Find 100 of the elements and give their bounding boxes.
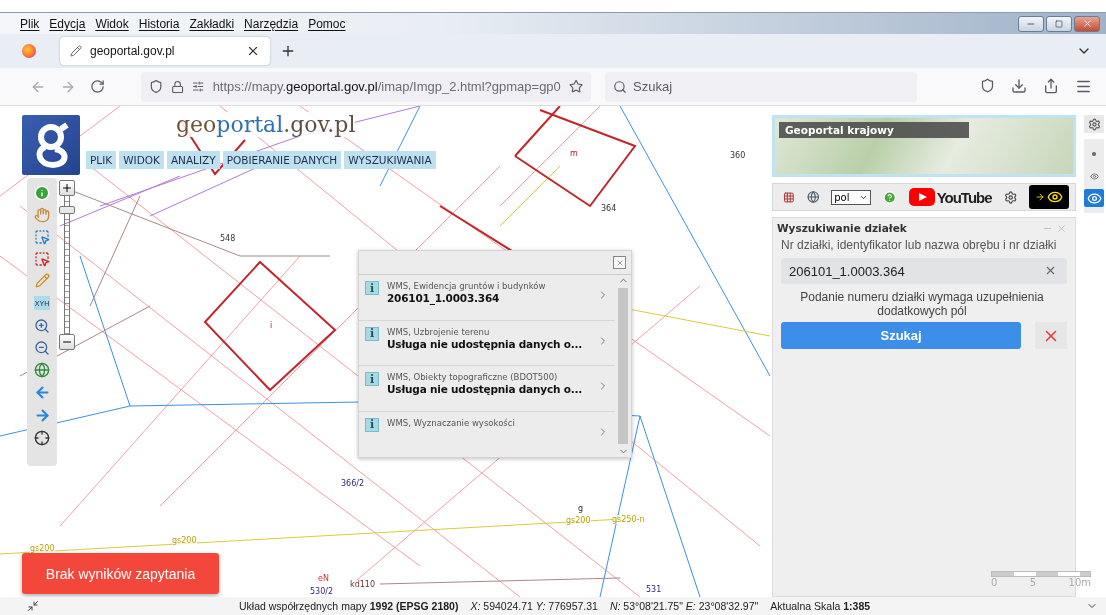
menu-item[interactable]: Widok <box>95 16 129 31</box>
map-label: g <box>578 504 584 513</box>
field-label: Nr działki, identyfikator lub nazwa obrębu i nr działki <box>781 238 1058 252</box>
maximize-icon[interactable] <box>1055 19 1063 28</box>
zoom-slider-thumb[interactable] <box>59 206 75 215</box>
arrow-right-icon <box>1035 192 1045 202</box>
eye-icon <box>1047 189 1063 205</box>
crosshair-icon[interactable] <box>34 430 50 446</box>
pencil-icon[interactable] <box>34 273 50 288</box>
language-select[interactable]: pol <box>831 189 872 205</box>
menu-item[interactable]: Pomoc <box>308 16 346 31</box>
info-icon[interactable] <box>34 185 50 201</box>
site-menu-button[interactable]: WIDOK <box>119 151 164 169</box>
map-coordinates: X: 594024.71 Y: 776957.31 <box>470 600 598 612</box>
grid-icon[interactable] <box>783 190 795 204</box>
globe-icon[interactable] <box>806 190 820 204</box>
feature-value: Usługa nie udostępnia danych o... <box>387 383 584 395</box>
menu-item[interactable]: Edycja <box>49 16 86 31</box>
search-icon <box>613 79 627 94</box>
scale-label: 5 <box>1029 577 1037 588</box>
dot-icon <box>1092 152 1096 156</box>
address-field[interactable]: https://mapy.geoportal.gov.pl/imap/Imgp_2.html?gpmap=gp0 <box>141 71 591 102</box>
share-icon[interactable] <box>1043 78 1059 94</box>
map-label: 548 <box>220 234 236 243</box>
shield-icon[interactable] <box>980 78 995 93</box>
map-label: gs200 <box>172 536 197 545</box>
map-label: m <box>570 149 578 158</box>
site-title: geoportal.gov.pl <box>176 112 356 137</box>
zoom-slider[interactable] <box>59 196 75 334</box>
scale-label: 10m <box>1068 577 1091 588</box>
close-tab-icon[interactable] <box>246 44 260 58</box>
minimize-button[interactable] <box>1018 15 1044 32</box>
map-label: i <box>270 321 273 330</box>
overview-map-title: Geoportal krajowy <box>779 122 969 138</box>
info-badge: i <box>365 372 379 386</box>
accessibility-button[interactable] <box>1029 185 1069 209</box>
browser-tab[interactable]: geoportal.gov.pl <box>60 37 270 65</box>
map-label: 360 <box>730 151 746 160</box>
menu-item[interactable]: Narzędzia <box>244 16 299 31</box>
coordinate-system: Układ współrzędnych mapy 1992 (EPSG 2180) <box>239 600 459 612</box>
layer-source: WMS, Obiekty topograficzne (BDOT500) <box>387 372 559 382</box>
clear-button[interactable] <box>1035 322 1067 349</box>
map-label: 530/2 <box>310 587 334 596</box>
layer-source: WMS, Ewidencja gruntów i budynków <box>387 281 547 291</box>
help-icon[interactable] <box>883 189 897 205</box>
site-menu-button[interactable]: ANALIZY <box>166 151 220 169</box>
collapse-icon[interactable] <box>27 600 39 612</box>
menu-item[interactable]: Plik <box>20 16 40 31</box>
back-arrow-icon[interactable] <box>33 384 51 401</box>
maximize-button[interactable] <box>1046 15 1072 32</box>
map-label: kd110 <box>350 580 375 589</box>
video-link[interactable]: YouTube <box>908 188 992 206</box>
site-menu-button[interactable]: PLIK <box>86 151 117 169</box>
download-icon[interactable] <box>1011 78 1027 94</box>
eye-icon <box>1089 171 1099 181</box>
site-logo <box>22 115 80 175</box>
map-label: 531 <box>646 585 662 594</box>
select-area-icon[interactable] <box>34 251 50 267</box>
map-scale: Aktualna Skala 1:385 <box>770 600 871 612</box>
hand-icon[interactable] <box>34 207 50 223</box>
menu-item[interactable]: Historia <box>138 16 180 31</box>
map-label: eN <box>318 574 329 583</box>
panel-title: Wyszukiwanie działek <box>777 222 907 234</box>
eye-icon <box>1086 190 1102 206</box>
reload-icon[interactable] <box>90 79 105 94</box>
geo-coordinates: N: 53°08'21.75" E: 23°08'32.97" <box>609 600 759 612</box>
menu-item[interactable]: Zakładki <box>189 16 235 31</box>
scale-label: 0 <box>991 577 998 588</box>
map-label: gs200 <box>566 516 591 525</box>
error-toast: Brak wyników zapytania <box>22 553 219 594</box>
parcel-id-field[interactable]: 206101_1.0003.364 <box>781 258 1067 284</box>
forward-arrow-icon[interactable] <box>33 407 51 424</box>
site-menu-button[interactable]: POBIERANIE DANYCH <box>222 151 342 169</box>
zoom-in-icon[interactable] <box>34 318 50 334</box>
play-icon <box>908 188 935 206</box>
clear-icon[interactable] <box>1044 264 1057 277</box>
eye-button[interactable] <box>1084 189 1104 207</box>
wheel-icon[interactable] <box>1003 189 1017 205</box>
close-icon[interactable] <box>1081 18 1093 29</box>
shield-icon <box>149 79 164 94</box>
info-badge: i <box>365 326 379 341</box>
site-menu-button[interactable]: WYSZUKIWANIA <box>344 151 436 169</box>
feature-value: Usługa nie udostępnia danych o... <box>387 337 584 350</box>
lock-icon <box>171 79 185 94</box>
feature-value: 206101_1.0003.364 <box>387 292 501 304</box>
hint-text: Podanie numeru działki wymaga uzupełnienia dodatkowych pól <box>799 290 1045 318</box>
select-area-icon[interactable] <box>34 229 50 245</box>
zoom-out-icon[interactable] <box>34 340 50 356</box>
menu-icon[interactable] <box>1075 78 1092 95</box>
scrollbar-thumb[interactable] <box>618 288 628 444</box>
search-field[interactable]: Szukaj <box>605 71 917 102</box>
permissions-icon <box>192 80 205 93</box>
layer-source: WMS, Uzbrojenie terenu <box>387 326 491 337</box>
browser-logo-icon <box>22 44 36 58</box>
new-tab-icon[interactable] <box>280 43 296 59</box>
bookmark-star-icon[interactable] <box>568 79 583 94</box>
globe-icon[interactable] <box>34 362 50 378</box>
close-button[interactable] <box>1074 15 1100 32</box>
map-label: 366/2 <box>341 479 365 488</box>
map-label: gs250-n <box>612 515 645 524</box>
